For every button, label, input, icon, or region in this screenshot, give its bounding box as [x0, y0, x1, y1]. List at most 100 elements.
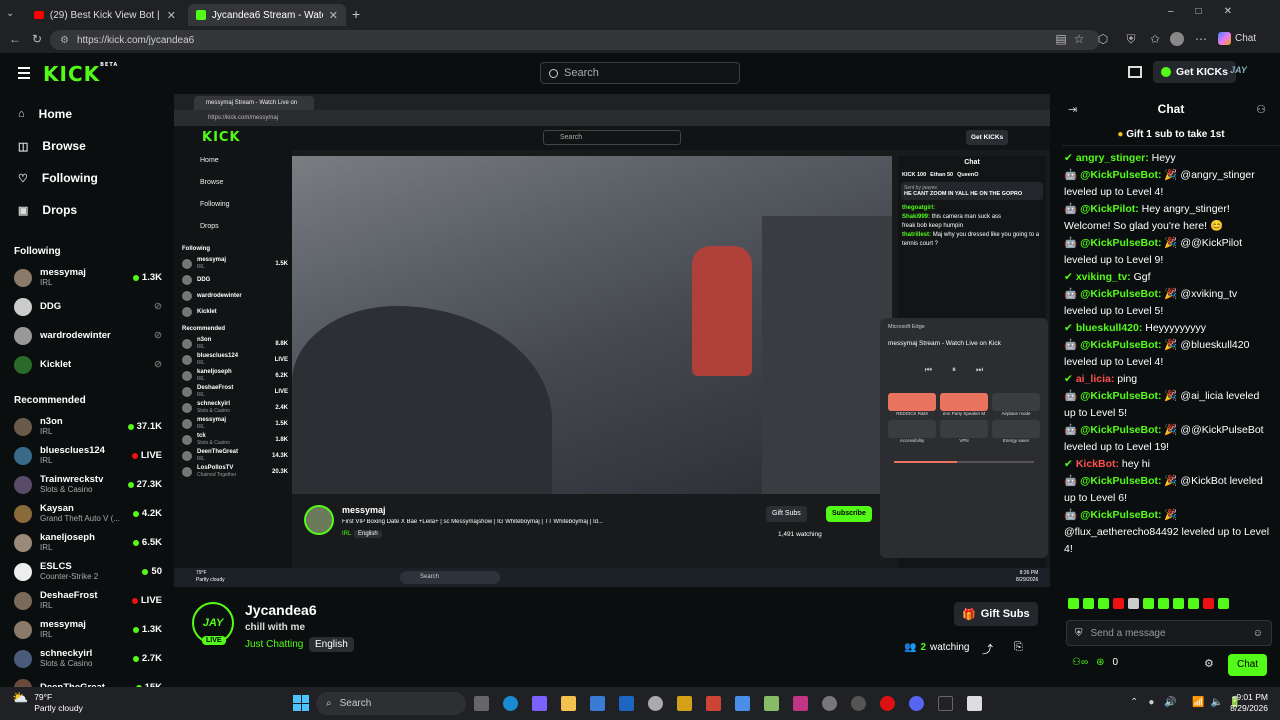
emoji-icon[interactable]: ☺ [1253, 628, 1263, 639]
emote-icon[interactable] [1098, 598, 1109, 609]
search-input[interactable]: Search [540, 62, 740, 84]
chat-username[interactable]: xviking_tv: [1076, 271, 1131, 283]
app-icon[interactable] [677, 696, 692, 711]
kick-logo[interactable]: KICKBETA [43, 62, 118, 86]
system-tray[interactable]: ⌃●🔊 [1130, 697, 1187, 708]
emote-icon[interactable] [1083, 598, 1094, 609]
opera-icon[interactable] [880, 696, 895, 711]
gift-subs-button[interactable]: 🎁 Gift Subs [954, 602, 1038, 626]
window-controls[interactable]: –□✕ [1168, 6, 1254, 17]
language-tag[interactable]: English [309, 637, 354, 652]
get-kicks-button[interactable]: Get KICKs [1153, 61, 1236, 83]
discord-icon[interactable] [909, 696, 924, 711]
copilot-icon[interactable] [532, 696, 547, 711]
chat-username[interactable]: @KickPulseBot: [1080, 424, 1161, 436]
taskbar-search[interactable]: ⌕ Search [316, 692, 466, 715]
chat-username[interactable]: @KickPulseBot: [1080, 509, 1161, 521]
recommended-channel[interactable]: Kaysan Grand Theft Auto V (... 4.2K [0, 499, 172, 528]
nav-home[interactable]: ⌂ Home [0, 98, 172, 130]
chat-users-icon[interactable]: ⚇ [1256, 103, 1266, 116]
extensions-icon[interactable]: ⬡ [1096, 32, 1110, 46]
following-channel[interactable]: Kicklet ⊘ [0, 350, 172, 379]
browser-tab-2[interactable]: Jycandea6 Stream - Watch Live on ✕ [188, 4, 346, 26]
favorite-icon[interactable]: ☆ [1072, 32, 1086, 46]
clips-icon[interactable]: ⎘ [1014, 641, 1023, 654]
back-icon[interactable]: ← [8, 32, 22, 46]
emote-icon[interactable] [1218, 598, 1229, 609]
user-avatar[interactable]: JAY [1230, 65, 1247, 75]
close-tab-icon[interactable]: ✕ [167, 9, 176, 22]
menu-icon[interactable] [18, 67, 30, 79]
app-icon[interactable] [967, 696, 982, 711]
address-bar[interactable]: ⚙ https://kick.com/jycandea6 [50, 30, 1100, 50]
recommended-channel[interactable]: bluesclues124 IRL LIVE [0, 441, 172, 470]
recommended-channel[interactable]: schneckyirl Slots & Casino 2.7K [0, 644, 172, 673]
recommended-channel[interactable]: Trainwreckstv Slots & Casino 27.3K [0, 470, 172, 499]
recommended-channel[interactable]: kaneljoseph IRL 6.5K [0, 528, 172, 557]
close-tab-icon[interactable]: ✕ [329, 9, 338, 22]
emote-icon[interactable] [1158, 598, 1169, 609]
edge-icon[interactable] [503, 696, 518, 711]
site-info-icon[interactable]: ⚙ [60, 35, 69, 46]
favorites-bar-icon[interactable]: ✩ [1148, 32, 1162, 46]
chat-username[interactable]: @KickPulseBot: [1080, 475, 1161, 487]
chat-username[interactable]: blueskull420: [1076, 322, 1143, 334]
recommended-channel[interactable]: n3on IRL 37.1K [0, 412, 172, 441]
following-channel[interactable]: wardrodewinter ⊘ [0, 321, 172, 350]
chat-username[interactable]: @KickPulseBot: [1080, 237, 1161, 249]
category-link[interactable]: Just Chatting [245, 639, 303, 650]
emote-icon[interactable] [1143, 598, 1154, 609]
copilot-chat-button[interactable]: Chat [1218, 32, 1256, 45]
layout-icon[interactable] [1128, 66, 1142, 78]
new-tab-icon[interactable]: + [352, 6, 360, 22]
stream-player[interactable]: messymaj Stream - Watch Live on https://… [174, 94, 1050, 587]
gift-banner[interactable]: ● Gift 1 sub to take 1st [1062, 124, 1280, 146]
outlook-icon[interactable] [619, 696, 634, 711]
emote-icon[interactable] [1068, 598, 1079, 609]
file-explorer-icon[interactable] [561, 696, 576, 711]
start-icon[interactable] [293, 695, 309, 711]
share-icon[interactable]: ⤴ [982, 641, 993, 657]
browser-tab-1[interactable]: (29) Best Kick View Bot | Views & I ✕ [26, 4, 184, 26]
emote-icon[interactable] [1173, 598, 1184, 609]
recommended-channel[interactable]: ESLCS Counter-Strike 2 50 [0, 557, 172, 586]
emote-icon[interactable] [1113, 598, 1124, 609]
profile-avatar[interactable] [1170, 32, 1184, 46]
weather-widget[interactable]: ⛅ 79°F Partly cloudy [12, 691, 83, 714]
chat-username[interactable]: @KickPulseBot: [1080, 390, 1161, 402]
app-icon[interactable] [851, 696, 866, 711]
clock[interactable]: 9:01 PM 8/29/2026 [1216, 692, 1268, 714]
collapse-chat-icon[interactable]: ⇥ [1068, 103, 1077, 116]
chat-username[interactable]: @KickPilot: [1080, 203, 1139, 215]
recommended-channel[interactable]: DeshaeFrost IRL LIVE [0, 586, 172, 615]
app-icon[interactable] [735, 696, 750, 711]
chat-username[interactable]: angry_stinger: [1076, 152, 1149, 164]
more-icon[interactable]: ⋯ [1194, 32, 1208, 46]
chat-username[interactable]: KickBot: [1076, 458, 1119, 470]
chat-username[interactable]: @KickPulseBot: [1080, 288, 1161, 300]
chat-username[interactable]: ai_licia: [1076, 373, 1115, 385]
task-view-icon[interactable] [474, 696, 489, 711]
app-icon[interactable] [938, 696, 953, 711]
chat-settings-icon[interactable]: ⚙ [1204, 657, 1214, 670]
app-icon[interactable] [764, 696, 779, 711]
steam-icon[interactable] [648, 696, 663, 711]
reload-icon[interactable]: ↻ [30, 32, 44, 46]
chat-input[interactable]: ⛨ Send a message ☺ [1066, 620, 1272, 646]
nav-drops[interactable]: ▣ Drops [0, 194, 172, 226]
recommended-channel[interactable]: messymaj IRL 1.3K [0, 615, 172, 644]
shield-icon[interactable]: ⛨ [1124, 32, 1138, 46]
channel-name[interactable]: Jycandea6 [245, 602, 317, 618]
store-icon[interactable] [590, 696, 605, 711]
emote-icon[interactable] [1128, 598, 1139, 609]
following-channel[interactable]: DDG ⊘ [0, 292, 172, 321]
emote-icon[interactable] [1188, 598, 1199, 609]
reader-icon[interactable]: ▤ [1054, 32, 1068, 46]
app-icon[interactable] [706, 696, 721, 711]
emote-icon[interactable] [1203, 598, 1214, 609]
settings-icon[interactable] [822, 696, 837, 711]
following-channel[interactable]: messymaj IRL 1.3K [0, 263, 172, 292]
chat-username[interactable]: @KickPulseBot: [1080, 339, 1161, 351]
chat-send-button[interactable]: Chat [1228, 654, 1268, 676]
nav-following[interactable]: ♡ Following [0, 162, 172, 194]
